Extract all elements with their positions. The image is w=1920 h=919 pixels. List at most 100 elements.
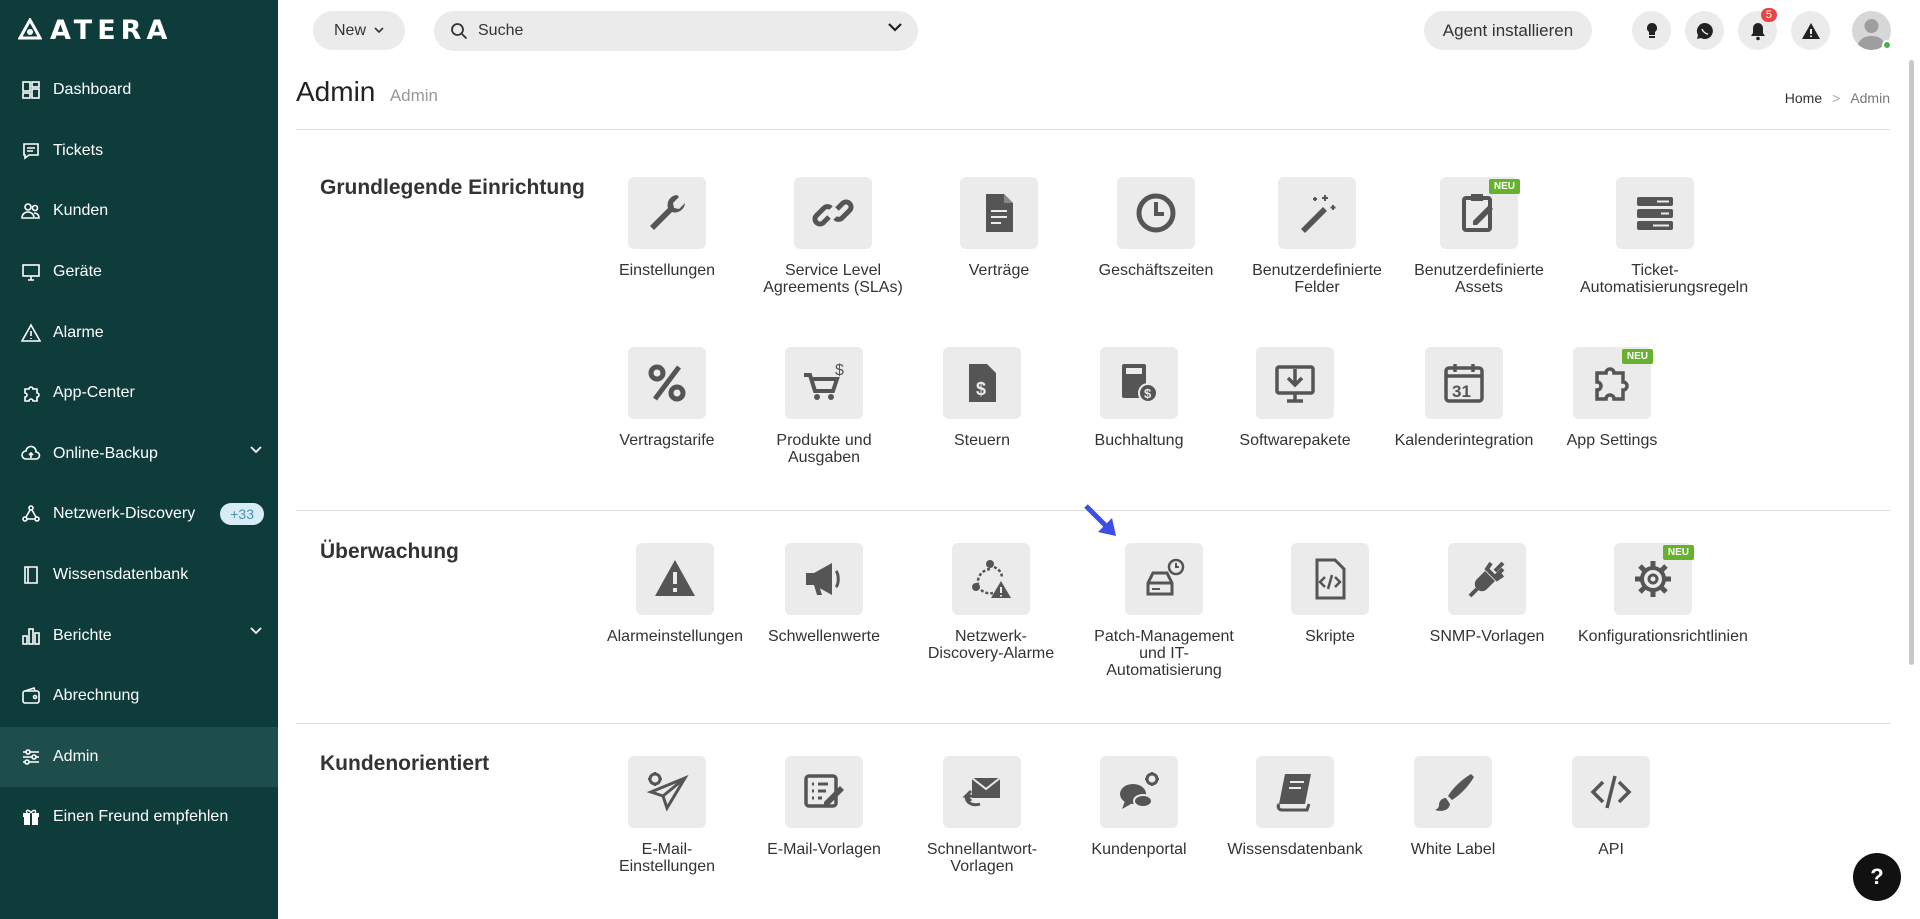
sidebar-item-label: Abrechnung bbox=[53, 687, 140, 705]
lightbulb-icon bbox=[1646, 22, 1657, 38]
install-agent-button[interactable]: Agent installieren bbox=[1424, 11, 1592, 50]
hard-drive-clock-icon bbox=[1146, 558, 1185, 596]
tile-netzwerk-discovery-alarme[interactable]: Netzwerk- Discovery-Alarme bbox=[916, 543, 1066, 662]
tile-benutzerdefinierte-felder[interactable]: Benutzerdefinierte Felder bbox=[1242, 177, 1392, 296]
sidebar-item-label: Dashboard bbox=[53, 81, 132, 99]
network-alert-icon bbox=[972, 560, 1011, 598]
sidebar-item-tickets[interactable]: Tickets bbox=[0, 121, 278, 182]
tile-softwarepakete[interactable]: Softwarepakete bbox=[1220, 347, 1370, 449]
tile-app-settings[interactable]: NEU App Settings bbox=[1537, 347, 1687, 449]
alert-icon bbox=[20, 322, 42, 344]
tile-ticket-automatisierungsregeln[interactable]: Ticket- Automatisierungsregeln bbox=[1580, 177, 1748, 296]
tile-skripte[interactable]: Skripte bbox=[1255, 543, 1405, 645]
book-icon bbox=[1276, 774, 1311, 812]
top-bar: New Suche Agent installieren 5 bbox=[278, 0, 1920, 60]
help-button[interactable]: ? bbox=[1853, 853, 1901, 901]
tile-schwellenwerte[interactable]: Schwellenwerte bbox=[749, 543, 899, 645]
tile-email-vorlagen[interactable]: E-Mail-Vorlagen bbox=[749, 756, 899, 858]
alerts-button[interactable] bbox=[1791, 11, 1830, 50]
sidebar-item-dashboard[interactable]: Dashboard bbox=[0, 60, 278, 121]
sidebar-item-netzwerk-discovery[interactable]: Netzwerk-Discovery +33 bbox=[0, 484, 278, 545]
svg-text:31: 31 bbox=[1452, 382, 1471, 401]
sidebar-item-admin[interactable]: Admin bbox=[0, 726, 278, 788]
sidebar-item-kunden[interactable]: Kunden bbox=[0, 181, 278, 242]
calculator-icon: $ bbox=[1122, 364, 1158, 403]
tile-schnellantwort-vorlagen[interactable]: Schnellantwort- Vorlagen bbox=[907, 756, 1057, 875]
sidebar-item-label: Alarme bbox=[53, 323, 104, 341]
wallet-icon bbox=[20, 685, 42, 707]
tile-label: SNMP-Vorlagen bbox=[1429, 628, 1545, 645]
tile-slas[interactable]: Service Level Agreements (SLAs) bbox=[758, 177, 908, 296]
monitor-icon bbox=[20, 261, 42, 283]
new-button[interactable]: New bbox=[313, 11, 405, 50]
tile-snmp-vorlagen[interactable]: SNMP-Vorlagen bbox=[1412, 543, 1562, 645]
tile-label: Buchhaltung bbox=[1094, 432, 1184, 449]
sidebar-item-wissensdatenbank[interactable]: Wissensdatenbank bbox=[0, 545, 278, 606]
sidebar-item-label: Einen Freund empfehlen bbox=[53, 808, 229, 826]
link-icon bbox=[812, 199, 854, 227]
network-icon bbox=[20, 503, 42, 525]
new-badge: NEU bbox=[1662, 545, 1694, 560]
sidebar-item-label: Admin bbox=[53, 747, 99, 765]
chevron-down-icon[interactable] bbox=[250, 445, 262, 454]
dashboard-icon bbox=[20, 79, 42, 101]
tile-konfigurationsrichtlinien[interactable]: NEU Konfigurationsrichtlinien bbox=[1578, 543, 1748, 645]
lightbulb-button[interactable] bbox=[1632, 11, 1671, 50]
tile-kundenportal[interactable]: Kundenportal bbox=[1064, 756, 1214, 858]
sidebar-item-geraete[interactable]: Geräte bbox=[0, 242, 278, 303]
sidebar-item-abrechnung[interactable]: Abrechnung bbox=[0, 666, 278, 727]
breadcrumb-current: Admin bbox=[1850, 90, 1890, 106]
tile-label: Konfigurationsrichtlinien bbox=[1578, 628, 1748, 645]
warning-icon bbox=[1801, 22, 1820, 39]
tile-label: Steuern bbox=[953, 432, 1011, 449]
tile-produkte-und-ausgaben[interactable]: $ Produkte und Ausgaben bbox=[749, 347, 899, 466]
gear-icon bbox=[1635, 561, 1671, 597]
tile-geschaeftszeiten[interactable]: Geschäftszeiten bbox=[1081, 177, 1231, 279]
section-title-basic-setup: Grundlegende Einrichtung bbox=[320, 176, 585, 199]
chat-button[interactable] bbox=[1685, 11, 1724, 50]
tile-label: Netzwerk- Discovery-Alarme bbox=[927, 628, 1055, 662]
tile-benutzerdefinierte-assets[interactable]: NEU Benutzerdefinierte Assets bbox=[1404, 177, 1554, 296]
tile-vertragstarife[interactable]: Vertragstarife bbox=[592, 347, 742, 449]
chevron-down-icon[interactable] bbox=[250, 627, 262, 635]
breadcrumb-separator: > bbox=[1832, 90, 1841, 106]
tile-white-label[interactable]: White Label bbox=[1378, 756, 1528, 858]
download-monitor-icon bbox=[1275, 365, 1315, 403]
tile-einstellungen[interactable]: Einstellungen bbox=[592, 177, 742, 279]
megaphone-icon bbox=[806, 563, 840, 595]
search-icon bbox=[450, 22, 468, 40]
section-title-customer-facing: Kundenorientiert bbox=[320, 752, 490, 775]
svg-text:$: $ bbox=[976, 379, 986, 399]
tile-email-einstellungen[interactable]: E-Mail- Einstellungen bbox=[592, 756, 742, 875]
tile-buchhaltung[interactable]: $ Buchhaltung bbox=[1064, 347, 1214, 449]
calendar-icon: 31 bbox=[1444, 364, 1484, 403]
tile-label: Verträge bbox=[968, 262, 1030, 279]
book-icon bbox=[20, 564, 42, 586]
search-input[interactable]: Suche bbox=[434, 11, 918, 51]
tile-label: Kalenderintegration bbox=[1394, 432, 1534, 449]
tile-kalenderintegration[interactable]: 31 Kalenderintegration bbox=[1389, 347, 1539, 449]
tile-vertraege[interactable]: Verträge bbox=[924, 177, 1074, 279]
sidebar-item-einen-freund-empfehlen[interactable]: Einen Freund empfehlen bbox=[0, 787, 278, 848]
server-rules-icon bbox=[1637, 197, 1673, 230]
send-settings-icon bbox=[646, 772, 689, 812]
svg-text:$: $ bbox=[1144, 386, 1152, 401]
sidebar-item-app-center[interactable]: App-Center bbox=[0, 363, 278, 424]
chevron-down-icon[interactable] bbox=[888, 23, 902, 32]
atera-logo[interactable]: ATERA bbox=[18, 15, 172, 46]
scrollbar[interactable] bbox=[1909, 60, 1914, 665]
tile-wissensdatenbank[interactable]: Wissensdatenbank bbox=[1220, 756, 1370, 858]
sidebar-item-alarme[interactable]: Alarme bbox=[0, 302, 278, 363]
breadcrumb-home[interactable]: Home bbox=[1785, 90, 1822, 106]
sidebar-item-berichte[interactable]: Berichte bbox=[0, 605, 278, 666]
chat-icon bbox=[1696, 22, 1713, 39]
tile-label: Benutzerdefinierte Felder bbox=[1252, 262, 1382, 296]
tile-steuern[interactable]: $ Steuern bbox=[907, 347, 1057, 449]
sidebar-item-online-backup[interactable]: Online-Backup bbox=[0, 424, 278, 485]
sidebar-item-label: Kunden bbox=[53, 202, 109, 220]
tile-patch-management[interactable]: Patch-Management und IT- Automatisierung bbox=[1089, 543, 1239, 679]
tile-label: E-Mail- Einstellungen bbox=[618, 841, 716, 875]
notifications-button[interactable]: 5 bbox=[1738, 8, 1777, 50]
tile-alarmeinstellungen[interactable]: Alarmeinstellungen bbox=[600, 543, 750, 645]
tile-api[interactable]: API bbox=[1536, 756, 1686, 858]
